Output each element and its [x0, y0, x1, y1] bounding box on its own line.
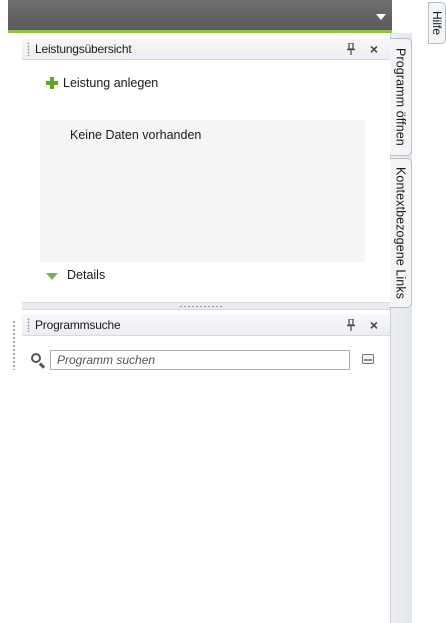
tab-program-open[interactable]: Programm öffnen [390, 38, 412, 156]
program-search-input[interactable] [50, 350, 350, 370]
search-icon[interactable] [30, 352, 46, 369]
chevron-down-icon[interactable] [376, 14, 386, 20]
panel-splitter[interactable] [22, 302, 390, 310]
tab-help[interactable]: Hilfe [428, 2, 446, 44]
search-panel-body [22, 338, 390, 623]
empty-state-text: Keine Daten vorhanden [70, 128, 202, 142]
pin-icon[interactable] [346, 319, 356, 331]
help-strip [424, 0, 446, 623]
details-label: Details [67, 268, 106, 282]
keyboard-icon[interactable] [362, 354, 374, 364]
panel-header-bar [8, 0, 392, 33]
search-panel-title: Programmsuche [35, 318, 121, 332]
search-row [30, 350, 350, 370]
add-service-label: Leistung anlegen [63, 76, 159, 90]
drag-grip-icon[interactable] [27, 42, 30, 56]
plus-icon [46, 77, 58, 89]
tab-help-label: Hilfe [430, 10, 444, 35]
tab-context-links[interactable]: Kontextbezogene Links [390, 158, 412, 308]
drag-grip-icon[interactable] [27, 318, 30, 332]
services-panel-title: Leistungsübersicht [35, 42, 132, 56]
tab-program-open-label: Programm öffnen [393, 48, 408, 146]
close-icon[interactable]: × [370, 41, 378, 57]
details-toggle[interactable]: Details [46, 268, 105, 282]
search-panel-header: Programmsuche × [22, 314, 390, 336]
add-service-button[interactable]: Leistung anlegen [46, 76, 158, 90]
tab-context-links-label: Kontextbezogene Links [393, 166, 408, 300]
close-icon[interactable]: × [370, 317, 378, 333]
chevron-down-icon [46, 272, 58, 280]
services-panel-header: Leistungsübersicht × [22, 38, 390, 60]
pin-icon[interactable] [346, 43, 356, 55]
splitter-grip-icon [179, 305, 223, 308]
resize-grip[interactable] [12, 320, 16, 370]
